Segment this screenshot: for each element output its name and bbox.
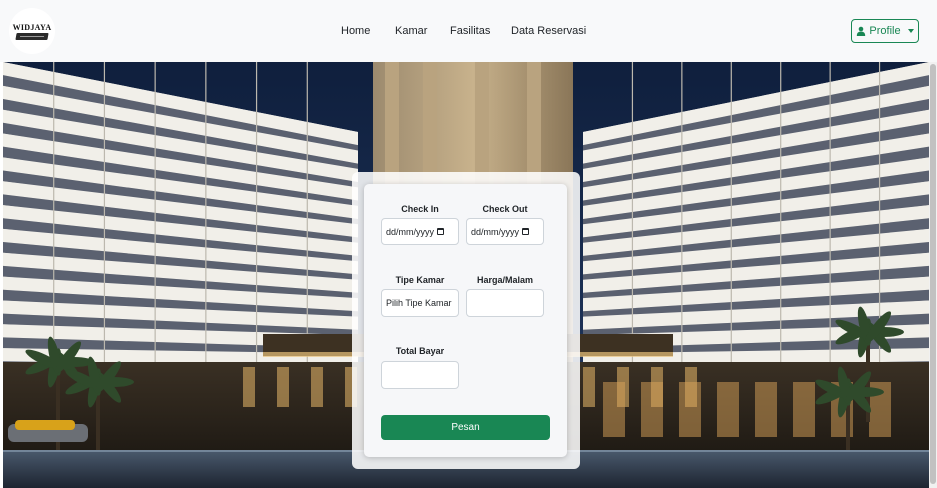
nav-link-home[interactable]: Home xyxy=(341,25,370,37)
check-in-label: Check In xyxy=(401,204,439,214)
check-out-date-input[interactable]: dd/mm/yyyy xyxy=(466,218,544,245)
profile-label: Profile xyxy=(869,25,901,37)
total-payment-label: Total Bayar xyxy=(395,346,445,356)
room-type-selected-value: Pilih Tipe Kamar xyxy=(386,298,452,308)
nav-link-fasilitas[interactable]: Fasilitas xyxy=(450,25,490,37)
pesan-submit-button[interactable]: Pesan xyxy=(381,415,550,440)
profile-dropdown-button[interactable]: Profile xyxy=(851,19,919,43)
price-per-night-input[interactable] xyxy=(466,289,544,317)
nav-link-data-reservasi[interactable]: Data Reservasi xyxy=(511,25,586,37)
nav-link-kamar[interactable]: Kamar xyxy=(395,25,427,37)
logo-ribbon xyxy=(15,33,49,40)
user-icon xyxy=(856,26,866,36)
check-in-date-input[interactable]: dd/mm/yyyy xyxy=(381,218,459,245)
calendar-icon[interactable] xyxy=(437,228,445,235)
room-type-label: Tipe Kamar xyxy=(395,275,445,285)
logo-text: WIDJAYA xyxy=(12,23,52,32)
price-per-night-label: Harga/Malam xyxy=(476,275,534,285)
room-type-select[interactable]: Pilih Tipe Kamar xyxy=(381,289,459,317)
total-payment-input[interactable] xyxy=(381,361,459,389)
check-in-placeholder: dd/mm/yyyy xyxy=(386,226,435,237)
scrollbar-thumb[interactable] xyxy=(930,64,936,484)
check-out-label: Check Out xyxy=(482,204,528,214)
caret-down-icon xyxy=(907,29,914,33)
check-out-placeholder: dd/mm/yyyy xyxy=(471,226,520,237)
navbar: WIDJAYA Home Kamar Fasilitas Data Reserv… xyxy=(0,0,937,62)
calendar-icon[interactable] xyxy=(522,228,530,235)
hotel-logo[interactable]: WIDJAYA xyxy=(9,8,55,54)
